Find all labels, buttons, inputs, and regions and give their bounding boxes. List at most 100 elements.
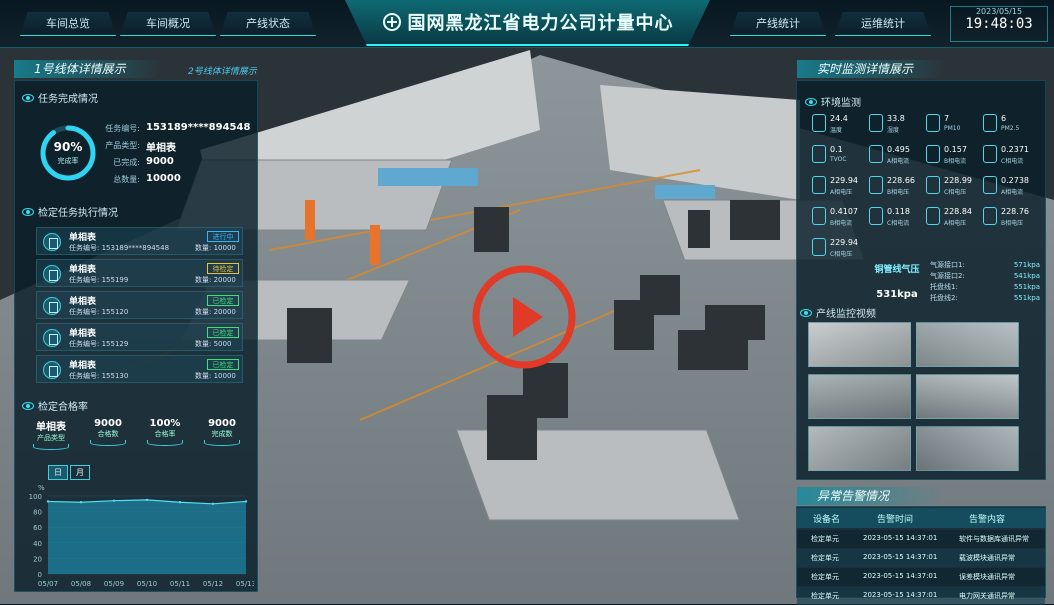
pass-stat: 100% 合格率 [142,418,188,446]
x-tick-label: 05/08 [71,580,91,588]
task-row[interactable]: 单相表 任务编号: 153189****894548 数量: 10000 进行中 [36,227,243,255]
air-source-2-label: 气源接口2: [930,272,965,280]
task-row[interactable]: 单相表 任务编号: 155199 数量: 20000 待检定 [36,259,243,287]
video-thumb-4[interactable] [916,374,1019,419]
env-metric: 0.2371 C相电流 [983,145,1043,167]
pass-stat: 9000 完成数 [199,418,245,446]
video-thumb-6[interactable] [916,426,1019,471]
task-code: 任务编号: 155199 [69,276,129,284]
document-icon [43,297,61,315]
nav-line-stats[interactable]: 产线统计 [730,12,826,36]
env-metric: 0.157 B相电流 [926,145,986,167]
task-field-value: 单相表 [146,143,176,154]
env-metric: 228.99 C相电压 [926,176,986,198]
nav-line-status[interactable]: 产线状态 [220,12,316,36]
nav-overview[interactable]: 车间总览 [20,12,116,36]
task-row[interactable]: 单相表 任务编号: 155130 数量: 10000 已检定 [36,355,243,383]
task-code: 任务编号: 155130 [69,372,129,380]
env-label: B相电压 [887,189,910,196]
alarm-row[interactable]: 检定单元 2023-05-15 14:37:01 误差模块通讯异常 [797,568,1045,586]
env-heading: 环境监测 [805,94,861,109]
pass-stat-value: 9000 [94,418,122,429]
env-label: B相电流 [830,220,853,227]
sensor-icon [812,145,826,163]
video-heading: 产线监控视频 [800,305,876,320]
pass-stat: 9000 合格数 [85,418,131,446]
pressure-box: 铜管线气压 531kpa [872,262,922,300]
env-label: PM10 [944,125,961,132]
task-code: 任务编号: 153189****894548 [69,244,170,252]
clock: 2023/05/15 19:48:03 [950,6,1048,42]
alarm-device: 检定单元 [811,573,839,581]
sensor-icon [926,207,940,225]
env-value: 24.4 [830,114,848,123]
env-value: 0.4107 [830,207,858,216]
alarm-row[interactable]: 检定单元 2023-05-15 14:37:01 电力网关通讯异常 [797,587,1045,605]
pass-stat-label: 合格率 [154,430,176,438]
env-value: 0.118 [887,207,910,216]
video-thumb-3[interactable] [808,374,911,419]
env-metric: 228.76 B相电压 [983,207,1043,229]
task-qty: 数量: 5000 [195,340,232,348]
env-metric: 0.118 C相电流 [869,207,929,229]
task-qty: 数量: 10000 [195,244,236,252]
video-thumb-1[interactable] [808,322,911,367]
env-value: 0.1 [830,145,843,154]
alarm-row[interactable]: 检定单元 2023-05-15 14:37:01 软件与数据库通讯异常 [797,530,1045,548]
x-tick-label: 05/12 [203,580,223,588]
completion-label: 完成率 [57,157,79,165]
nav-ops-stats[interactable]: 运维统计 [835,12,931,36]
sensor-icon [926,114,940,132]
task-code: 任务编号: 155129 [69,340,129,348]
pass-stat-label: 产品类型 [37,434,65,442]
env-metric: 24.4 温度 [812,114,872,136]
task-field-label: 总数量: [113,175,140,184]
alarm-table-header: 设备名 告警时间 告警内容 [797,508,1045,528]
pedestal-icon [90,440,126,446]
alarm-time: 2023-05-15 14:37:01 [863,572,938,580]
sensor-icon [869,145,883,163]
task-field-label: 已完成: [113,158,140,167]
alarm-time: 2023-05-15 14:37:01 [863,534,938,542]
company-logo-icon [382,13,401,31]
task-name: 单相表 [69,329,97,339]
video-thumb-2[interactable] [916,322,1019,367]
alarm-row[interactable]: 检定单元 2023-05-15 14:37:01 载波模块通讯异常 [797,549,1045,567]
tab-line-2[interactable]: 2号线体详情展示 [188,64,257,77]
task-row[interactable]: 单相表 任务编号: 155129 数量: 5000 已检定 [36,323,243,351]
env-value: 0.2371 [1001,145,1029,154]
tab-line-1[interactable]: 1号线体详情展示 [14,60,164,78]
task-field-value: 153189****894548 [146,122,251,133]
document-icon [43,265,61,283]
env-value: 33.8 [887,114,905,123]
env-label: C相电压 [830,251,853,258]
status-badge: 已检定 [207,295,239,306]
pedestal-icon [204,440,240,446]
chart-toggle: 日 月 [48,465,90,480]
task-row[interactable]: 单相表 任务编号: 155120 数量: 20000 已检定 [36,291,243,319]
env-metric: 228.66 B相电压 [869,176,929,198]
data-point [79,501,83,504]
completion-percent: 90% [53,140,83,154]
toggle-month[interactable]: 月 [70,465,90,480]
task-name: 单相表 [69,361,97,371]
sensor-icon [812,207,826,225]
env-label: 湿度 [887,127,900,134]
sensor-icon [983,114,997,132]
task-field-label: 产品类型: [105,141,140,150]
x-tick-label: 05/10 [137,580,157,588]
y-tick-label: 80 [33,509,42,517]
sensor-icon [983,207,997,225]
pedestal-icon [33,444,69,450]
alarm-device: 检定单元 [811,592,839,600]
pressure-title: 铜管线气压 [874,265,920,275]
env-label: C相电压 [944,189,967,196]
alarm-message: 软件与数据库通讯异常 [959,535,1029,543]
video-thumb-5[interactable] [808,426,911,471]
nav-workshop[interactable]: 车间概况 [120,12,216,36]
toggle-day[interactable]: 日 [48,465,68,480]
alarm-device: 检定单元 [811,554,839,562]
env-metric: 229.94 A相电压 [812,176,872,198]
col-content: 告警内容 [969,515,1006,525]
tray-line-2-label: 托盘线2: [930,294,958,302]
